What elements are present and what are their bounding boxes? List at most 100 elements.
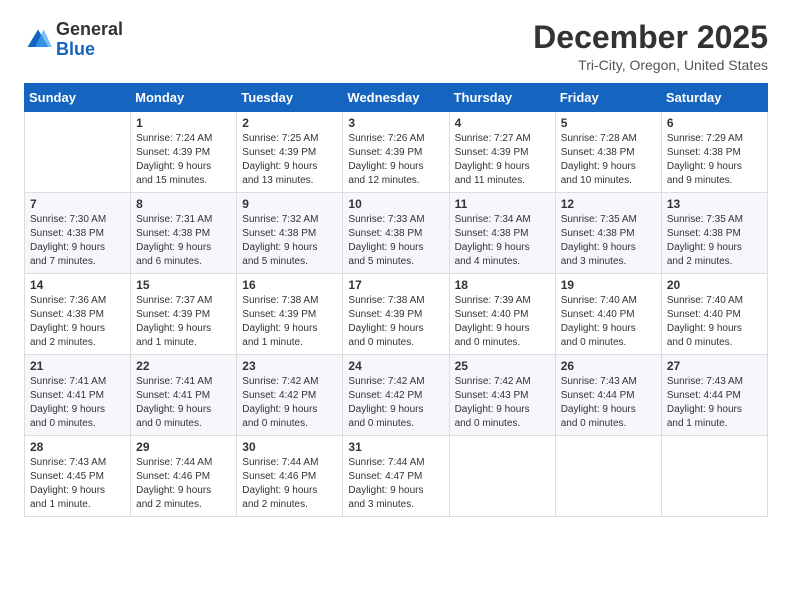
calendar-table: SundayMondayTuesdayWednesdayThursdayFrid… <box>24 83 768 517</box>
day-info: Sunrise: 7:28 AMSunset: 4:38 PMDaylight:… <box>561 132 656 188</box>
page-header: General Blue December 2025 Tri-City, Ore… <box>24 20 768 73</box>
calendar-cell: 16 Sunrise: 7:38 AMSunset: 4:39 PMDayligh… <box>237 274 343 355</box>
day-info: Sunrise: 7:34 AMSunset: 4:38 PMDaylight:… <box>455 213 550 269</box>
calendar-cell: 23Sunrise: 7:42 AMSunset: 4:42 PMDayligh… <box>237 355 343 436</box>
day-info: Sunrise: 7:32 AMSunset: 4:38 PMDaylight:… <box>242 213 337 269</box>
day-number: 7 <box>30 197 125 211</box>
day-info: Sunrise: 7:31 AMSunset: 4:38 PMDaylight:… <box>136 213 231 269</box>
day-number: 1 <box>136 116 231 130</box>
day-info: Sunrise: 7:38 AMSunset: 4:39 PMDaylight:… <box>242 294 337 350</box>
day-number: 9 <box>242 197 337 211</box>
day-number: 29 <box>136 440 231 454</box>
calendar-cell: 10 Sunrise: 7:33 AMSunset: 4:38 PMDayligh… <box>343 193 449 274</box>
location-subtitle: Tri-City, Oregon, United States <box>533 57 768 73</box>
logo: General Blue <box>24 20 123 60</box>
calendar-cell: 11Sunrise: 7:34 AMSunset: 4:38 PMDayligh… <box>449 193 555 274</box>
day-info: Sunrise: 7:33 AMSunset: 4:38 PMDaylight:… <box>348 213 443 269</box>
calendar-week-3: 14 Sunrise: 7:36 AMSunset: 4:38 PMDayligh… <box>25 274 768 355</box>
day-info: Sunrise: 7:43 AMSunset: 4:45 PMDaylight:… <box>30 456 125 512</box>
calendar-week-2: 7 Sunrise: 7:30 AMSunset: 4:38 PMDaylight… <box>25 193 768 274</box>
calendar-week-1: 1Sunrise: 7:24 AMSunset: 4:39 PMDaylight… <box>25 112 768 193</box>
title-section: December 2025 Tri-City, Oregon, United S… <box>533 20 768 73</box>
day-info: Sunrise: 7:37 AMSunset: 4:39 PMDaylight:… <box>136 294 231 350</box>
day-number: 6 <box>667 116 762 130</box>
day-number: 26 <box>561 359 656 373</box>
day-number: 28 <box>30 440 125 454</box>
calendar-cell: 17Sunrise: 7:38 AMSunset: 4:39 PMDayligh… <box>343 274 449 355</box>
day-info: Sunrise: 7:35 AMSunset: 4:38 PMDaylight:… <box>667 213 762 269</box>
day-info: Sunrise: 7:25 AMSunset: 4:39 PMDaylight:… <box>242 132 337 188</box>
day-info: Sunrise: 7:40 AMSunset: 4:40 PMDaylight:… <box>561 294 656 350</box>
day-number: 14 <box>30 278 125 292</box>
calendar-cell: 8 Sunrise: 7:31 AMSunset: 4:38 PMDaylight… <box>131 193 237 274</box>
header-monday: Monday <box>131 84 237 112</box>
day-number: 25 <box>455 359 550 373</box>
calendar-cell: 9 Sunrise: 7:32 AMSunset: 4:38 PMDaylight… <box>237 193 343 274</box>
day-info: Sunrise: 7:38 AMSunset: 4:39 PMDaylight:… <box>348 294 443 350</box>
day-info: Sunrise: 7:40 AMSunset: 4:40 PMDaylight:… <box>667 294 762 350</box>
calendar-cell: 14 Sunrise: 7:36 AMSunset: 4:38 PMDayligh… <box>25 274 131 355</box>
calendar-cell: 18 Sunrise: 7:39 AMSunset: 4:40 PMDayligh… <box>449 274 555 355</box>
logo-icon <box>24 26 52 54</box>
calendar-cell <box>555 436 661 517</box>
calendar-cell: 28 Sunrise: 7:43 AMSunset: 4:45 PMDayligh… <box>25 436 131 517</box>
calendar-cell: 29Sunrise: 7:44 AMSunset: 4:46 PMDayligh… <box>131 436 237 517</box>
calendar-cell: 13 Sunrise: 7:35 AMSunset: 4:38 PMDayligh… <box>661 193 767 274</box>
day-info: Sunrise: 7:44 AMSunset: 4:47 PMDaylight:… <box>348 456 443 512</box>
day-number: 4 <box>455 116 550 130</box>
day-number: 12 <box>561 197 656 211</box>
day-number: 21 <box>30 359 125 373</box>
day-number: 16 <box>242 278 337 292</box>
calendar-week-4: 21 Sunrise: 7:41 AMSunset: 4:41 PMDayligh… <box>25 355 768 436</box>
header-saturday: Saturday <box>661 84 767 112</box>
calendar-cell: 12 Sunrise: 7:35 AMSunset: 4:38 PMDayligh… <box>555 193 661 274</box>
calendar-cell <box>661 436 767 517</box>
day-number: 22 <box>136 359 231 373</box>
day-number: 18 <box>455 278 550 292</box>
calendar-cell: 5 Sunrise: 7:28 AMSunset: 4:38 PMDaylight… <box>555 112 661 193</box>
day-number: 13 <box>667 197 762 211</box>
calendar-cell <box>25 112 131 193</box>
header-wednesday: Wednesday <box>343 84 449 112</box>
day-info: Sunrise: 7:35 AMSunset: 4:38 PMDaylight:… <box>561 213 656 269</box>
day-info: Sunrise: 7:42 AMSunset: 4:43 PMDaylight:… <box>455 375 550 431</box>
day-number: 15 <box>136 278 231 292</box>
calendar-cell: 15 Sunrise: 7:37 AMSunset: 4:39 PMDayligh… <box>131 274 237 355</box>
day-number: 20 <box>667 278 762 292</box>
logo-general: General Blue <box>56 20 123 60</box>
calendar-cell: 7 Sunrise: 7:30 AMSunset: 4:38 PMDaylight… <box>25 193 131 274</box>
calendar-cell: 3Sunrise: 7:26 AMSunset: 4:39 PMDaylight… <box>343 112 449 193</box>
calendar-cell <box>449 436 555 517</box>
calendar-week-5: 28 Sunrise: 7:43 AMSunset: 4:45 PMDayligh… <box>25 436 768 517</box>
day-info: Sunrise: 7:36 AMSunset: 4:38 PMDaylight:… <box>30 294 125 350</box>
header-tuesday: Tuesday <box>237 84 343 112</box>
day-info: Sunrise: 7:29 AMSunset: 4:38 PMDaylight:… <box>667 132 762 188</box>
day-info: Sunrise: 7:43 AMSunset: 4:44 PMDaylight:… <box>667 375 762 431</box>
day-number: 31 <box>348 440 443 454</box>
day-info: Sunrise: 7:41 AMSunset: 4:41 PMDaylight:… <box>30 375 125 431</box>
day-info: Sunrise: 7:39 AMSunset: 4:40 PMDaylight:… <box>455 294 550 350</box>
day-info: Sunrise: 7:44 AMSunset: 4:46 PMDaylight:… <box>242 456 337 512</box>
calendar-cell: 21 Sunrise: 7:41 AMSunset: 4:41 PMDayligh… <box>25 355 131 436</box>
day-number: 24 <box>348 359 443 373</box>
header-friday: Friday <box>555 84 661 112</box>
day-number: 8 <box>136 197 231 211</box>
day-info: Sunrise: 7:26 AMSunset: 4:39 PMDaylight:… <box>348 132 443 188</box>
day-number: 10 <box>348 197 443 211</box>
day-number: 5 <box>561 116 656 130</box>
day-info: Sunrise: 7:41 AMSunset: 4:41 PMDaylight:… <box>136 375 231 431</box>
calendar-cell: 27 Sunrise: 7:43 AMSunset: 4:44 PMDayligh… <box>661 355 767 436</box>
calendar-cell: 4 Sunrise: 7:27 AMSunset: 4:39 PMDaylight… <box>449 112 555 193</box>
day-info: Sunrise: 7:27 AMSunset: 4:39 PMDaylight:… <box>455 132 550 188</box>
calendar-cell: 19Sunrise: 7:40 AMSunset: 4:40 PMDayligh… <box>555 274 661 355</box>
calendar-cell: 2Sunrise: 7:25 AMSunset: 4:39 PMDaylight… <box>237 112 343 193</box>
month-title: December 2025 <box>533 20 768 55</box>
day-info: Sunrise: 7:30 AMSunset: 4:38 PMDaylight:… <box>30 213 125 269</box>
day-number: 27 <box>667 359 762 373</box>
calendar-cell: 31 Sunrise: 7:44 AMSunset: 4:47 PMDayligh… <box>343 436 449 517</box>
day-number: 23 <box>242 359 337 373</box>
header-thursday: Thursday <box>449 84 555 112</box>
calendar-cell: 22 Sunrise: 7:41 AMSunset: 4:41 PMDayligh… <box>131 355 237 436</box>
calendar-cell: 1Sunrise: 7:24 AMSunset: 4:39 PMDaylight… <box>131 112 237 193</box>
day-info: Sunrise: 7:42 AMSunset: 4:42 PMDaylight:… <box>348 375 443 431</box>
